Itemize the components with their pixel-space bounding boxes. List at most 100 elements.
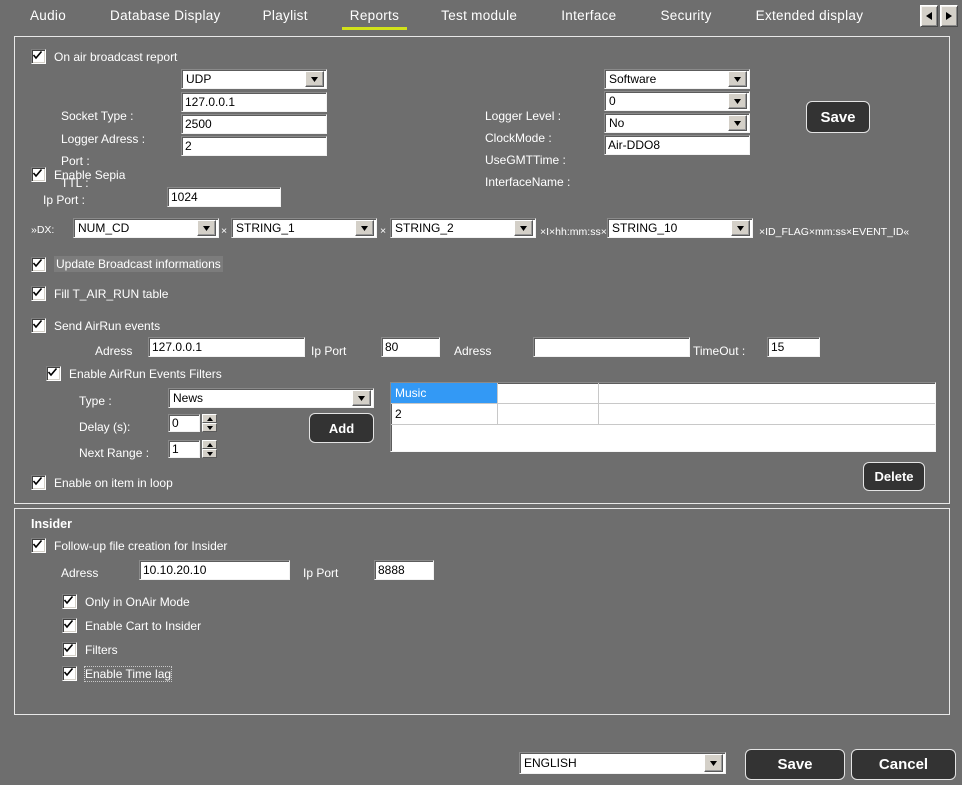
chevron-down-icon[interactable] [728, 93, 747, 109]
checkbox-enable-sepia[interactable]: Enable Sepia [31, 167, 125, 182]
combo-dx-field4[interactable]: STRING_10 [607, 218, 753, 238]
chevron-down-icon[interactable] [355, 220, 374, 236]
input-port[interactable] [181, 114, 327, 134]
check-icon [33, 51, 42, 60]
checkbox-enable-time-lag[interactable]: Enable Time lag [62, 665, 173, 682]
table-cell[interactable] [497, 383, 599, 404]
checkbox-on-air-broadcast-report[interactable]: On air broadcast report [31, 49, 177, 64]
table-cell[interactable]: Music [391, 383, 498, 404]
tab-label: Test module [441, 7, 518, 23]
cancel-button[interactable]: Cancel [851, 749, 956, 780]
label-delay: Delay (s): [79, 420, 131, 434]
settings-window: Audio Database Display Playlist Reports … [0, 0, 962, 785]
label-interface-name: InterfaceName : [485, 175, 571, 189]
tab-interface[interactable]: Interface [559, 4, 618, 30]
input-insider-ip-port[interactable] [374, 560, 434, 580]
scroll-left-button[interactable] [920, 5, 938, 27]
save-button-footer[interactable]: Save [745, 749, 845, 780]
checkbox-label: Enable Time lag [83, 665, 173, 682]
combo-value: 0 [609, 94, 616, 108]
input-logger-address[interactable] [181, 92, 327, 112]
chevron-down-icon[interactable] [728, 71, 747, 87]
chevron-down-icon[interactable] [352, 390, 371, 406]
tab-security[interactable]: Security [658, 4, 713, 30]
scroll-right-button[interactable] [940, 5, 958, 27]
save-button-top[interactable]: Save [806, 101, 870, 133]
tab-underline [341, 26, 408, 30]
airrun-filters-grid[interactable]: Music 2 [390, 382, 936, 452]
label-dx-suffix: ×ID_FLAG×mm:ss×EVENT_ID« [759, 226, 910, 238]
chevron-down-icon[interactable] [197, 220, 216, 236]
combo-value: STRING_10 [612, 221, 678, 235]
chevron-down-icon[interactable] [704, 754, 723, 772]
table-cell[interactable] [598, 403, 935, 425]
spinner-delay[interactable] [168, 414, 217, 432]
combo-use-gmt-time[interactable]: No [604, 113, 750, 133]
tab-audio[interactable]: Audio [28, 4, 68, 30]
table-row[interactable]: 2 [391, 403, 935, 425]
tab-display[interactable]: Display [172, 4, 222, 30]
checkbox-send-airrun-events[interactable]: Send AirRun events [31, 318, 160, 333]
chevron-down-icon[interactable] [305, 71, 324, 87]
spinner-down-button[interactable] [202, 423, 217, 432]
combo-language[interactable]: ENGLISH [519, 752, 726, 774]
checkbox-enable-airrun-events-filters[interactable]: Enable AirRun Events Filters [46, 366, 222, 381]
spinner-down-button[interactable] [202, 449, 217, 458]
checkbox-update-broadcast-informations[interactable]: Update Broadcast informations [31, 256, 223, 272]
input-insider-address[interactable] [139, 560, 290, 580]
tab-reports[interactable]: Reports [341, 4, 408, 30]
spinner-up-button[interactable] [202, 414, 217, 423]
checkbox-enable-cart-to-insider[interactable]: Enable Cart to Insider [62, 618, 201, 633]
label-airrun-address: Adress [95, 344, 133, 358]
input-airrun-ip-port[interactable] [381, 337, 440, 357]
spinner-delay-input[interactable] [168, 414, 200, 432]
combo-dx-field3[interactable]: STRING_2 [390, 218, 536, 238]
add-button[interactable]: Add [309, 413, 374, 443]
tab-extended-display[interactable]: Extended display [754, 4, 866, 30]
tab-database[interactable]: Database [108, 4, 172, 30]
checkbox-filters[interactable]: Filters [62, 642, 118, 657]
combo-logger-level[interactable]: Software [604, 69, 750, 89]
combo-dx-field2[interactable]: STRING_1 [231, 218, 377, 238]
combo-value: Software [609, 72, 657, 86]
input-ttl[interactable] [181, 136, 327, 156]
combo-clock-mode[interactable]: 0 [604, 91, 750, 111]
tab-test-module[interactable]: Test module [439, 4, 519, 30]
input-interface-name[interactable] [604, 135, 750, 155]
chevron-down-icon[interactable] [728, 115, 747, 131]
table-cell[interactable] [598, 383, 935, 404]
delete-button[interactable]: Delete [863, 462, 925, 491]
combo-type[interactable]: News [168, 388, 374, 408]
combo-value: No [609, 116, 625, 130]
checkbox-only-in-onair-mode[interactable]: Only in OnAir Mode [62, 594, 190, 609]
input-airrun-address2[interactable] [533, 337, 690, 357]
check-icon [33, 540, 42, 549]
input-airrun-address[interactable] [148, 337, 305, 357]
label-airrun-ip-port: Ip Port [311, 344, 347, 358]
chevron-down-icon[interactable] [731, 220, 750, 236]
chevron-down-icon[interactable] [514, 220, 533, 236]
checkbox-box [31, 256, 46, 272]
checkbox-box [31, 318, 46, 333]
combo-dx-field1[interactable]: NUM_CD [73, 218, 219, 238]
tab-label: Audio [30, 7, 67, 23]
check-icon [33, 258, 42, 267]
check-icon [64, 620, 73, 629]
checkbox-followup-file-creation[interactable]: Follow-up file creation for Insider [31, 538, 227, 553]
combo-value: STRING_1 [236, 221, 295, 235]
checkbox-fill-t-air-run-table[interactable]: Fill T_AIR_RUN table [31, 286, 168, 301]
spinner-up-button[interactable] [202, 440, 217, 449]
combo-socket-type[interactable]: UDP [181, 69, 327, 89]
spinner-next-range[interactable] [168, 440, 217, 458]
label-ip-port: Ip Port : [43, 193, 86, 207]
input-timeout[interactable] [767, 337, 820, 357]
spinner-next-range-input[interactable] [168, 440, 200, 458]
table-cell[interactable] [497, 403, 599, 425]
table-row[interactable]: Music [391, 383, 935, 404]
label-insider-ip-port: Ip Port [303, 566, 339, 580]
table-cell[interactable]: 2 [391, 403, 498, 425]
input-sepia-ip-port[interactable] [167, 187, 281, 207]
spinner-buttons [202, 440, 217, 458]
checkbox-enable-on-item-in-loop[interactable]: Enable on item in loop [31, 475, 173, 490]
tab-playlist[interactable]: Playlist [261, 4, 310, 30]
